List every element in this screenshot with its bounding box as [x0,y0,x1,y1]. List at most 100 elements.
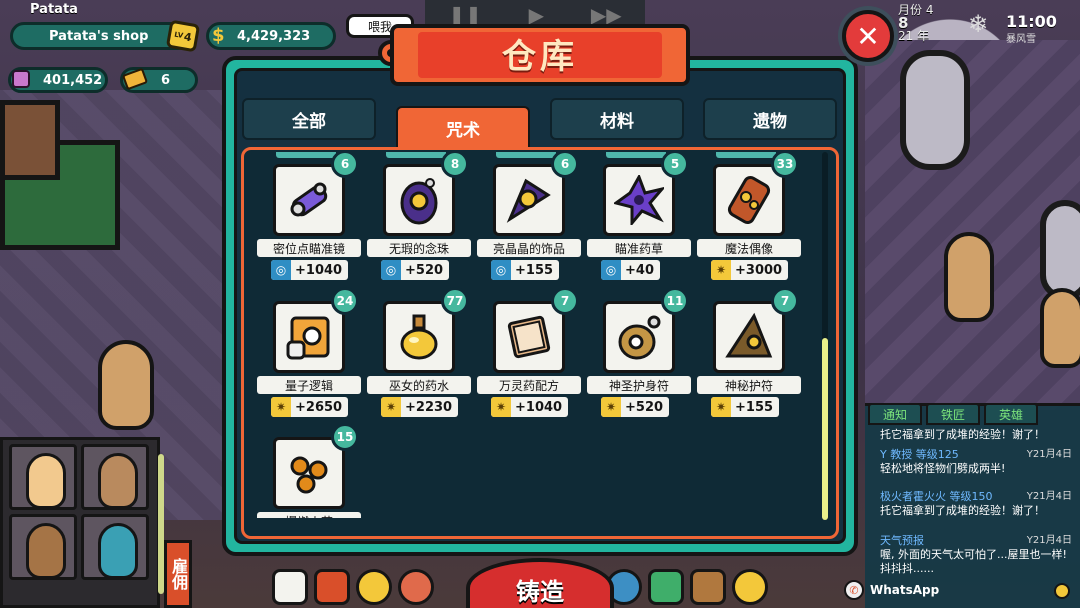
item-name: 魔法偶像 [697,239,801,257]
star-icon: ✷ [491,397,511,417]
inventory-item[interactable]: 6 亮晶晶的饰品 ◎ +155 [473,146,581,284]
chat-message-author: Y 教授 等级125 [880,448,959,461]
item-name: 万灵药配方 [477,376,581,394]
item-card[interactable] [383,301,455,373]
item-name: 量子逻辑 [257,376,361,394]
item-card[interactable] [273,301,345,373]
hero-character[interactable] [944,232,994,322]
inventory-item[interactable]: 7 神秘护符 ✷ +155 [693,283,801,421]
item-count-badge: 24 [331,287,359,315]
chat-collapse-button[interactable] [1054,583,1070,599]
level-badge: LV 4 [165,19,201,53]
item-stat-value: +155 [515,262,554,278]
target-icon: ◎ [271,260,291,280]
chat-tabs: 通知 铁匠 英雄 [868,403,1038,425]
book-icon [507,315,551,359]
inventory-item[interactable]: 6 密位点瞄准镜 ◎ +1040 [253,146,361,284]
item-card[interactable] [493,301,565,373]
worker-portrait[interactable] [81,514,149,580]
item-stat-value: +155 [735,399,774,415]
chat-message-body: 轻松地将怪物们劈成两半! [880,462,1006,475]
item-card[interactable] [273,437,345,509]
shop-icon[interactable] [314,569,350,605]
customer-character[interactable] [98,340,154,430]
item-card[interactable] [383,164,455,236]
chat-message-time: Y21月4日 [1026,535,1072,546]
cauldron-icon[interactable] [398,569,434,605]
shop-name-pill[interactable]: Patata's shop [10,22,192,50]
scope-icon [290,182,328,217]
level-value: 4 [182,29,193,44]
item-count-badge: 8 [441,150,469,178]
quill-icon[interactable] [356,569,392,605]
chat-tab-notice[interactable]: 通知 [868,403,922,425]
item-card[interactable] [493,164,565,236]
item-name: 神圣护身符 [587,376,691,394]
tab-charms[interactable]: 咒术 [396,106,530,148]
item-stat-value: +1040 [295,262,343,278]
herb-icon [614,175,664,225]
whatsapp-button[interactable]: ✆ WhatsApp [844,580,939,600]
item-stat-value: +1040 [515,399,563,415]
item-count-badge: 7 [551,287,579,315]
item-count: 5 [670,157,680,171]
tab-relics[interactable]: 遗物 [703,98,837,140]
star-icon: ✷ [711,397,731,417]
tab-all[interactable]: 全部 [242,98,376,140]
item-name: 爆燃火花 [257,512,361,518]
worker-portrait[interactable] [9,514,77,580]
inventory-item[interactable]: 15 爆燃火花 [253,419,361,557]
inventory-item[interactable]: 8 无瑕的念珠 ◎ +520 [363,146,471,284]
chat-tab-smith[interactable]: 铁匠 [926,403,980,425]
inventory-item[interactable]: 33 魔法偶像 ✷ +3000 [693,146,801,284]
worker-portrait[interactable] [81,444,149,510]
chat-message: Y 教授 等级125 Y21月4日 轻松地将怪物们劈成两半! [880,448,1072,476]
gear-icon[interactable] [732,569,768,605]
inventory-item[interactable]: 7 万灵药配方 ✷ +1040 [473,283,581,421]
worker-portrait[interactable] [9,444,77,510]
clock-time: 11:00 [1006,12,1057,31]
item-stat: ✷ +1040 [491,397,569,417]
hire-tab[interactable]: 雇佣 [164,540,192,608]
item-stat: ◎ +155 [491,260,560,280]
inventory-item[interactable]: 77 巫女的药水 ✷ +2230 [363,283,471,421]
item-card[interactable] [603,164,675,236]
item-count-badge: 33 [771,150,799,178]
dollar-icon: $ [212,25,225,46]
hero-character-right[interactable] [1040,288,1080,368]
item-card[interactable] [603,301,675,373]
item-count: 24 [336,294,354,308]
idol-icon [727,176,771,224]
item-count-badge: 5 [661,150,689,178]
steam-pipe-right [1040,200,1080,300]
item-stat-value: +2650 [295,399,343,415]
date-year: 21 年 [898,29,930,43]
quest-icon[interactable] [648,569,684,605]
chat-message-body: 托它福拿到了成堆的经验！谢了！ [880,428,1045,441]
item-card[interactable] [713,164,785,236]
chat-tab-hero[interactable]: 英雄 [984,403,1038,425]
chest-icon[interactable] [690,569,726,605]
chat-message: 极火者霍火火 等级150 Y21月4日 托它福拿到了成堆的经验！谢了！ [880,490,1072,518]
inventory-item[interactable]: 24 量子逻辑 ✷ +2650 [253,283,361,421]
chat-message-time: Y21月4日 [1026,491,1072,502]
wooden-crate [0,100,60,180]
item-card[interactable] [713,301,785,373]
close-button[interactable]: ✕ [842,10,894,62]
tab-materials[interactable]: 材料 [550,98,684,140]
inventory-item[interactable]: 5 瞄准药草 ◎ +40 [583,146,691,284]
stats-icon[interactable] [272,569,308,605]
inventory-item[interactable]: 11 神圣护身符 ✷ +520 [583,283,691,421]
item-name: 巫女的药水 [367,376,471,394]
item-card[interactable] [273,164,345,236]
item-name: 无瑕的念珠 [367,239,471,257]
grid-scrollbar-thumb[interactable] [822,338,828,520]
item-stat: ✷ +2650 [271,397,349,417]
item-count: 11 [666,294,684,308]
item-stat: ✷ +155 [711,397,780,417]
talisman-icon [725,312,773,358]
item-count-badge: 15 [331,423,359,451]
item-stat-value: +40 [625,262,654,278]
level-prefix: LV [173,30,184,40]
scroll-icon [286,316,330,360]
